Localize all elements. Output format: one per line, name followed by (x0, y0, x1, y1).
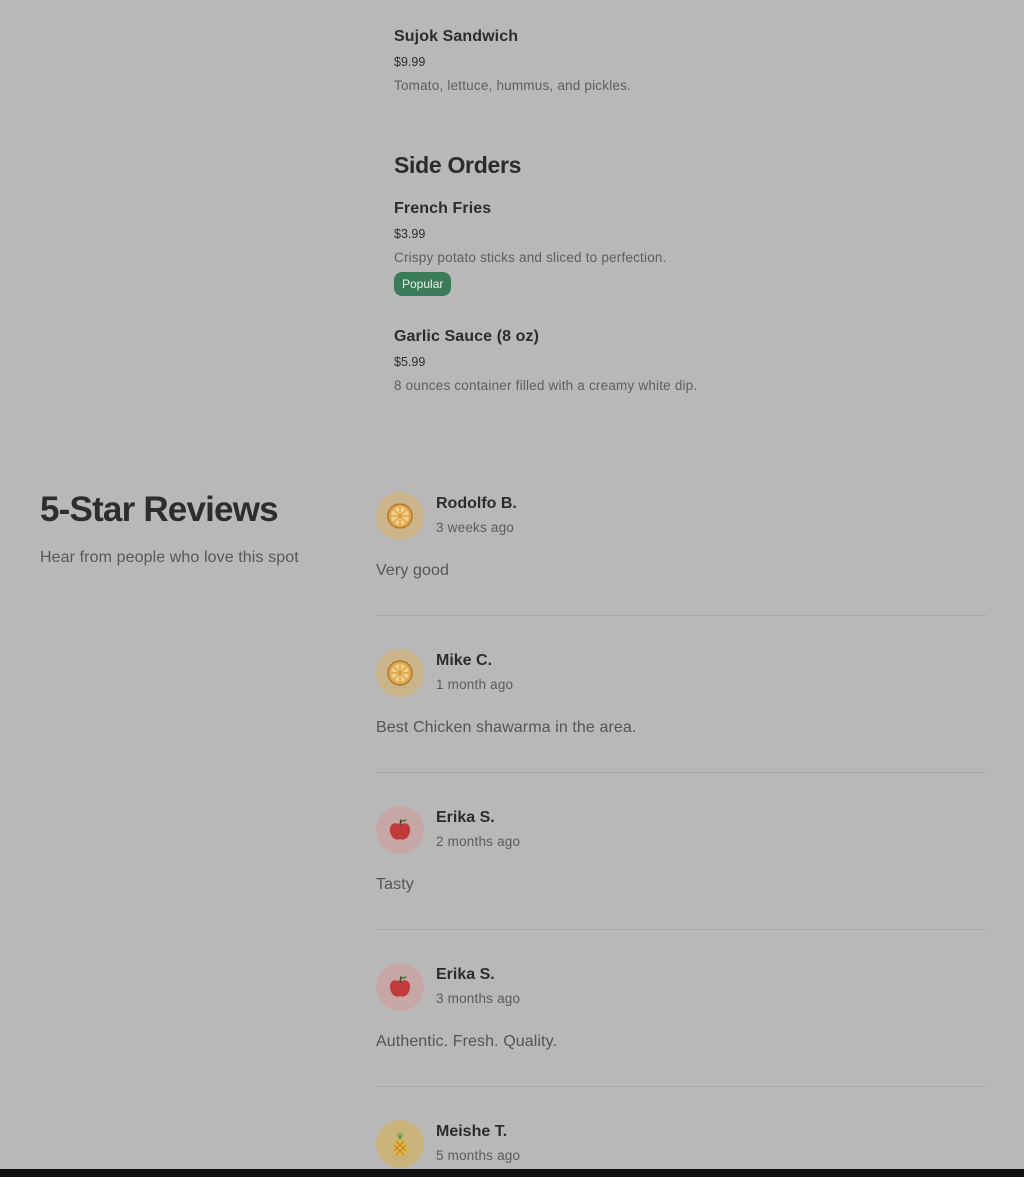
menu-item-price: $5.99 (394, 355, 426, 369)
review-date: 2 months ago (436, 834, 521, 849)
review-text: Very good (376, 562, 449, 579)
reviewer-name: Erika S. (436, 966, 495, 983)
menu-item-price: $9.99 (394, 55, 426, 69)
review-text: Best Chicken shawarma in the area. (376, 719, 637, 736)
avatar (376, 1120, 424, 1168)
review-card: Rodolfo B. 3 weeks ago Very good (376, 492, 986, 617)
review-card: Meishe T. 5 months ago (376, 1120, 986, 1169)
review-card: Erika S. 2 months ago Tasty (376, 806, 986, 931)
menu-item-name: Garlic Sauce (8 oz) (394, 328, 540, 345)
reviewer-name: Mike C. (436, 652, 493, 669)
reviews-title: 5-Star Reviews (40, 490, 279, 529)
menu-item-description: Tomato, lettuce, hummus, and pickles. (394, 78, 632, 93)
review-date: 5 months ago (436, 1148, 521, 1163)
apple-icon (389, 976, 411, 997)
pineapple-icon (393, 1131, 407, 1156)
avatar (376, 806, 424, 854)
divider (376, 1086, 986, 1087)
review-text: Authentic. Fresh. Quality. (376, 1033, 558, 1050)
avatar (376, 649, 424, 697)
review-text: Tasty (376, 876, 414, 893)
bottom-edge-bar (0, 1169, 1024, 1177)
avatar (376, 492, 424, 540)
review-date: 3 weeks ago (436, 520, 514, 535)
orange-slice-icon (387, 660, 413, 686)
divider (376, 772, 986, 773)
menu-item-description: 8 ounces container filled with a creamy … (394, 378, 698, 393)
review-date: 3 months ago (436, 991, 521, 1006)
reviews-subtitle: Hear from people who love this spot (40, 549, 299, 566)
apple-icon (389, 819, 411, 840)
reviewer-name: Meishe T. (436, 1123, 508, 1140)
reviewer-name: Erika S. (436, 809, 495, 826)
review-card: Mike C. 1 month ago Best Chicken shawarm… (376, 649, 986, 774)
popular-badge: Popular (394, 272, 452, 296)
menu-item-description: Crispy potato sticks and sliced to perfe… (394, 250, 667, 265)
menu-item-name: Sujok Sandwich (394, 28, 519, 45)
avatar (376, 963, 424, 1011)
review-card: Erika S. 3 months ago Authentic. Fresh. … (376, 963, 986, 1088)
review-date: 1 month ago (436, 677, 514, 692)
reviewer-name: Rodolfo B. (436, 495, 517, 512)
divider (376, 929, 986, 930)
menu-item-name: French Fries (394, 200, 492, 217)
section-title-side-orders: Side Orders (394, 152, 522, 178)
menu-item-price: $3.99 (394, 227, 426, 241)
divider (376, 615, 986, 616)
orange-slice-icon (387, 503, 413, 529)
